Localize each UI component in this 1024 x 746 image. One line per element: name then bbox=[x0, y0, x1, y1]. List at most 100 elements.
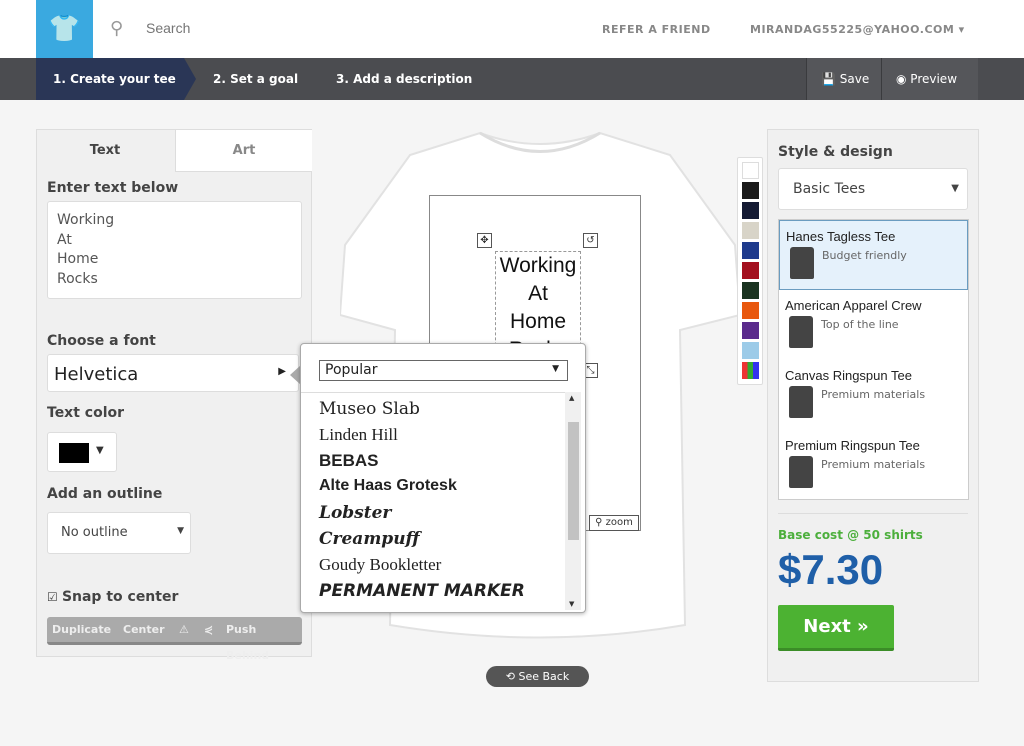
enter-text-label: Enter text below bbox=[47, 180, 179, 196]
base-cost-label: Base cost @ 50 shirts bbox=[778, 528, 923, 542]
font-category-select[interactable]: Popular ▼ bbox=[319, 360, 568, 381]
divider bbox=[778, 513, 968, 514]
zoom-label: zoom bbox=[605, 517, 633, 528]
logo-tshirt-icon[interactable]: 👕 bbox=[36, 0, 93, 58]
save-button[interactable]: 💾 Save bbox=[806, 58, 881, 100]
color-swatch[interactable] bbox=[742, 282, 759, 299]
caret-right-icon: ▶ bbox=[278, 366, 286, 377]
eye-icon: ◉ bbox=[896, 72, 911, 86]
flip-icon[interactable]: ⚠ bbox=[179, 617, 189, 643]
search-icon[interactable]: ⚲ bbox=[110, 18, 123, 39]
more-colors-icon[interactable] bbox=[742, 362, 759, 379]
caret-down-icon: ▼ bbox=[96, 445, 104, 456]
snap-to-center-checkbox[interactable]: ☑ Snap to center bbox=[47, 589, 178, 605]
save-label: Save bbox=[839, 72, 870, 86]
text-color-picker[interactable]: ▼ bbox=[47, 432, 117, 472]
color-swatch bbox=[59, 443, 89, 463]
color-swatch[interactable] bbox=[742, 262, 759, 279]
tab-text[interactable]: Text bbox=[37, 130, 173, 172]
font-select[interactable]: Helvetica ▶ bbox=[47, 354, 299, 392]
text-color-label: Text color bbox=[47, 405, 125, 421]
product-item[interactable]: American Apparel Crew Top of the line bbox=[779, 290, 968, 360]
product-item[interactable]: Hanes Tagless Tee Budget friendly bbox=[779, 220, 968, 290]
color-swatch[interactable] bbox=[742, 302, 759, 319]
tshirt-icon bbox=[789, 316, 813, 348]
product-name: Hanes Tagless Tee bbox=[786, 229, 896, 244]
font-option[interactable]: Creampuff bbox=[319, 529, 420, 549]
color-swatch[interactable] bbox=[742, 242, 759, 259]
text-toolbar: Duplicate Center ⚠ ⋞ Push Behind bbox=[47, 617, 302, 662]
megaphone-icon[interactable]: ⋞ bbox=[204, 617, 213, 643]
style-select[interactable]: Basic Tees ▼ bbox=[778, 168, 968, 210]
product-name: American Apparel Crew bbox=[785, 298, 922, 313]
color-swatch[interactable] bbox=[742, 342, 759, 359]
font-value: Helvetica bbox=[54, 364, 139, 385]
product-list: Hanes Tagless Tee Budget friendly America… bbox=[778, 219, 969, 500]
font-option[interactable]: Permanent Marker bbox=[319, 581, 525, 601]
font-option[interactable]: Museo Slab bbox=[319, 399, 420, 419]
color-swatch[interactable] bbox=[742, 222, 759, 239]
product-name: Premium Ringspun Tee bbox=[785, 438, 920, 453]
color-swatch[interactable] bbox=[742, 322, 759, 339]
product-desc: Budget friendly bbox=[822, 249, 907, 262]
save-icon: 💾 bbox=[821, 72, 840, 86]
push-behind-button[interactable]: Push Behind bbox=[226, 617, 302, 669]
font-option[interactable]: BEBAS bbox=[319, 451, 379, 471]
text-panel: Text Art Enter text below Working At Hom… bbox=[36, 129, 312, 662]
product-desc: Premium materials bbox=[821, 388, 926, 401]
product-item[interactable]: Premium Ringspun Tee Premium materials bbox=[779, 430, 968, 500]
duplicate-button[interactable]: Duplicate bbox=[52, 617, 111, 643]
next-button[interactable]: Next » bbox=[778, 605, 894, 651]
style-panel: Style & design Basic Tees ▼ Hanes Tagless… bbox=[767, 129, 979, 682]
step-description[interactable]: 3. Add a description bbox=[336, 58, 472, 100]
caret-down-icon: ▼ bbox=[552, 364, 559, 374]
magnifier-icon: ⚲ bbox=[595, 517, 606, 528]
caret-down-icon: ▼ bbox=[951, 183, 959, 194]
rotate-handle-icon[interactable]: ↺ bbox=[583, 233, 598, 248]
snap-label: Snap to center bbox=[61, 589, 179, 605]
account-menu[interactable]: MIRANDAG55225@YAHOO.COM ▾ bbox=[750, 23, 965, 36]
scroll-down-icon[interactable]: ▼ bbox=[569, 600, 574, 608]
color-swatch[interactable] bbox=[742, 182, 759, 199]
scroll-up-icon[interactable]: ▲ bbox=[569, 394, 574, 402]
font-picker-popup: Popular ▼ Museo Slab Linden Hill BEBAS Al… bbox=[300, 343, 586, 613]
rotate-icon: ⟲ bbox=[505, 670, 519, 683]
outline-label: Add an outline bbox=[47, 486, 163, 502]
refer-a-friend-link[interactable]: REFER A FRIEND bbox=[602, 23, 711, 36]
zoom-button[interactable]: ⚲ zoom bbox=[589, 515, 639, 531]
center-button[interactable]: Center bbox=[123, 617, 165, 643]
outline-value: No outline bbox=[61, 525, 128, 540]
checkbox-icon: ☑ bbox=[47, 590, 62, 604]
product-item[interactable]: Canvas Ringspun Tee Premium materials bbox=[779, 360, 968, 430]
product-name: Canvas Ringspun Tee bbox=[785, 368, 912, 383]
step-create[interactable]: 1. Create your tee bbox=[36, 58, 196, 100]
shirt-color-palette bbox=[737, 157, 763, 385]
font-option[interactable]: Lobster bbox=[319, 503, 391, 523]
see-back-label: See Back bbox=[518, 670, 570, 683]
font-label: Choose a font bbox=[47, 333, 156, 349]
preview-button[interactable]: ◉ Preview bbox=[881, 58, 978, 100]
tshirt-icon bbox=[789, 386, 813, 418]
text-input[interactable]: Working At Home Rocks bbox=[47, 201, 302, 299]
color-swatch[interactable] bbox=[742, 162, 759, 179]
preview-label: Preview bbox=[910, 72, 958, 86]
font-list-scrollbar[interactable]: ▲ ▼ bbox=[565, 392, 581, 610]
tshirt-icon bbox=[789, 456, 813, 488]
move-handle-icon[interactable]: ✥ bbox=[477, 233, 492, 248]
step-nav: 1. Create your tee 2. Set a goal 3. Add … bbox=[0, 58, 1024, 100]
see-back-button[interactable]: ⟲ See Back bbox=[486, 666, 589, 687]
font-option[interactable]: Goudy Bookletter bbox=[319, 555, 441, 575]
category-value: Popular bbox=[325, 362, 378, 378]
price: $7.30 bbox=[778, 546, 884, 593]
outline-select[interactable]: No outline ▼ bbox=[47, 512, 191, 554]
style-design-title: Style & design bbox=[778, 144, 893, 160]
step-goal[interactable]: 2. Set a goal bbox=[213, 58, 298, 100]
product-desc: Top of the line bbox=[821, 318, 899, 331]
tab-art[interactable]: Art bbox=[175, 130, 312, 172]
color-swatch[interactable] bbox=[742, 202, 759, 219]
font-option[interactable]: Alte Haas Grotesk bbox=[319, 477, 457, 495]
search-input[interactable] bbox=[146, 20, 346, 36]
scroll-thumb[interactable] bbox=[568, 422, 579, 540]
tshirt-icon bbox=[790, 247, 814, 279]
font-option[interactable]: Linden Hill bbox=[319, 425, 398, 445]
